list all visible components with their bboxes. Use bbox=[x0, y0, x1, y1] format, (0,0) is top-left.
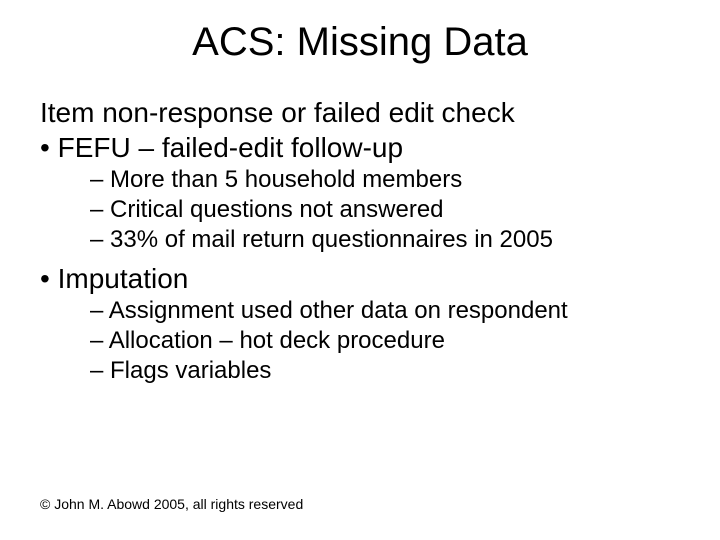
sub-fefu-3: 33% of mail return questionnaires in 200… bbox=[40, 225, 680, 255]
copyright-footer: © John M. Abowd 2005, all rights reserve… bbox=[40, 496, 303, 512]
bullet-imputation: Imputation bbox=[40, 261, 680, 296]
bullet-fefu: FEFU – failed-edit follow-up bbox=[40, 130, 680, 165]
sub-imp-2: Allocation – hot deck procedure bbox=[40, 326, 680, 356]
slide-body: Item non-response or failed edit check F… bbox=[0, 95, 720, 386]
slide-title: ACS: Missing Data bbox=[0, 0, 720, 65]
sub-imp-1: Assignment used other data on respondent bbox=[40, 296, 680, 326]
sub-fefu-1: More than 5 household members bbox=[40, 165, 680, 195]
body-line-1: Item non-response or failed edit check bbox=[40, 95, 680, 130]
sub-fefu-2: Critical questions not answered bbox=[40, 195, 680, 225]
slide: ACS: Missing Data Item non-response or f… bbox=[0, 0, 720, 540]
sub-imp-3: Flags variables bbox=[40, 356, 680, 386]
